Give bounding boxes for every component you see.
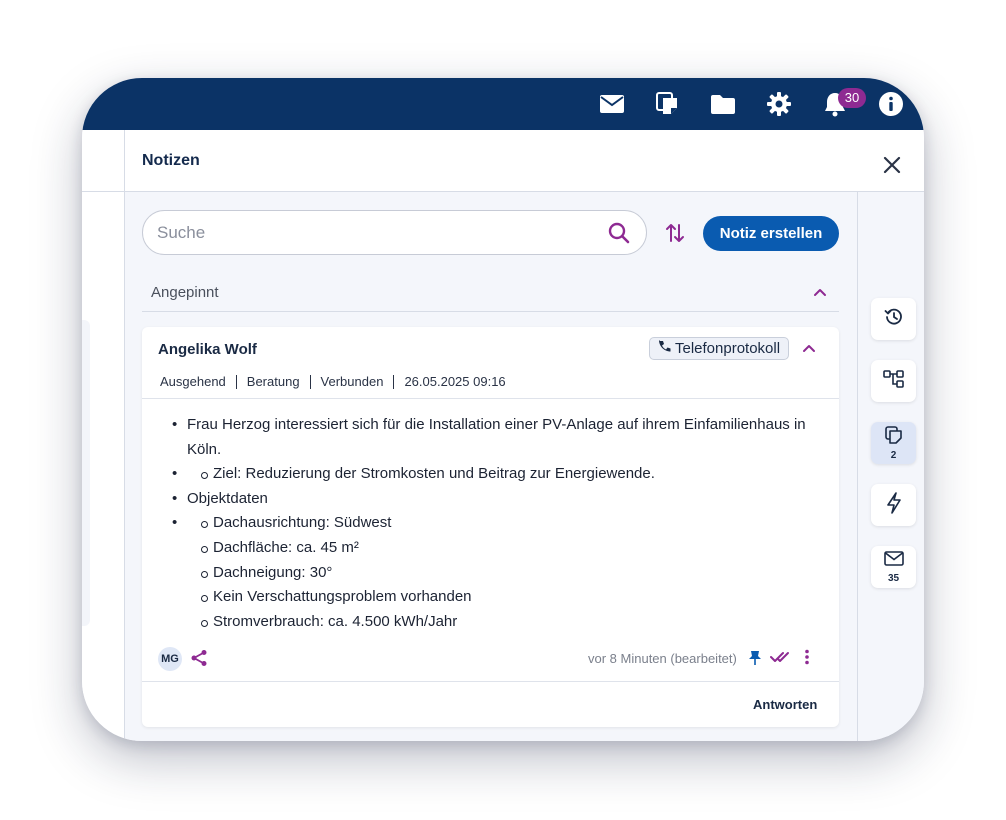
section-label: Angepinnt: [151, 284, 219, 301]
mail-icon[interactable]: [598, 90, 626, 118]
create-note-button[interactable]: Notiz erstellen: [703, 216, 839, 251]
right-toolbar: 2 35: [857, 192, 924, 741]
notes-icon: [884, 425, 903, 449]
app-window: 30 Notizen Notiz erstellen Angepinnt: [82, 78, 924, 741]
note-card: Angelika Wolf Telefonprotokoll Ausgehend…: [142, 327, 839, 727]
note-body: Frau Herzog interessiert sich für die In…: [172, 413, 832, 634]
history-button[interactable]: [871, 298, 916, 340]
notes-button[interactable]: 2: [871, 422, 916, 464]
list-item: Objektdaten: [172, 487, 832, 512]
list-item: Kein Verschattungsproblem vorhanden: [172, 585, 832, 610]
list-item: Frau Herzog interessiert sich für die In…: [172, 413, 832, 462]
panel-header: Notizen: [125, 130, 857, 192]
gear-icon[interactable]: [765, 90, 793, 118]
mail-icon: [883, 550, 904, 572]
hierarchy-button[interactable]: [871, 360, 916, 402]
top-bar: 30: [82, 78, 924, 130]
list-item: Ziel: Reduzierung der Stromkosten und Be…: [172, 462, 832, 487]
info-icon[interactable]: [877, 90, 905, 118]
list-item: Dachausrichtung: Südwest: [172, 511, 832, 536]
more-vertical-icon[interactable]: [804, 649, 810, 670]
pin-icon[interactable]: [748, 650, 762, 671]
notification-badge: 30: [838, 88, 866, 108]
background-page: [82, 130, 125, 741]
chevron-up-icon[interactable]: [802, 341, 816, 360]
reply-button[interactable]: Antworten: [753, 697, 817, 712]
mail-button[interactable]: 35: [871, 546, 916, 588]
lightning-icon: [886, 491, 902, 519]
phone-icon: [657, 339, 671, 358]
note-tag-label: Telefonprotokoll: [675, 340, 781, 357]
list-item: Stromverbrauch: ca. 4.500 kWh/Jahr: [172, 610, 832, 635]
sort-icon[interactable]: [664, 221, 686, 245]
list-item: Dachfläche: ca. 45 m²: [172, 536, 832, 561]
actions-button[interactable]: [871, 484, 916, 526]
avatar[interactable]: MG: [158, 647, 182, 671]
list-item: Dachneigung: 30°: [172, 561, 832, 586]
search-input[interactable]: [157, 221, 587, 245]
search-box[interactable]: [142, 210, 647, 255]
notes-count: 2: [890, 449, 897, 461]
share-icon[interactable]: [190, 649, 208, 672]
hierarchy-icon: [882, 369, 905, 394]
double-check-icon: [770, 650, 792, 669]
folder-icon[interactable]: [709, 90, 737, 118]
section-pinned[interactable]: Angepinnt: [142, 276, 839, 312]
note-tag[interactable]: Telefonprotokoll: [649, 337, 790, 360]
note-timestamp: vor 8 Minuten (bearbeitet): [588, 651, 737, 666]
history-icon: [884, 307, 904, 332]
mail-count: 35: [887, 572, 900, 584]
chevron-up-icon[interactable]: [813, 285, 827, 304]
note-author: Angelika Wolf: [158, 341, 257, 358]
close-icon[interactable]: [879, 152, 905, 178]
notes-icon[interactable]: [654, 90, 682, 118]
note-meta: Ausgehend Beratung Verbunden 26.05.2025 …: [160, 374, 506, 389]
notes-panel: Notizen Notiz erstellen Angepinnt Angeli…: [125, 130, 857, 741]
search-icon[interactable]: [608, 222, 630, 249]
panel-title: Notizen: [142, 152, 200, 169]
